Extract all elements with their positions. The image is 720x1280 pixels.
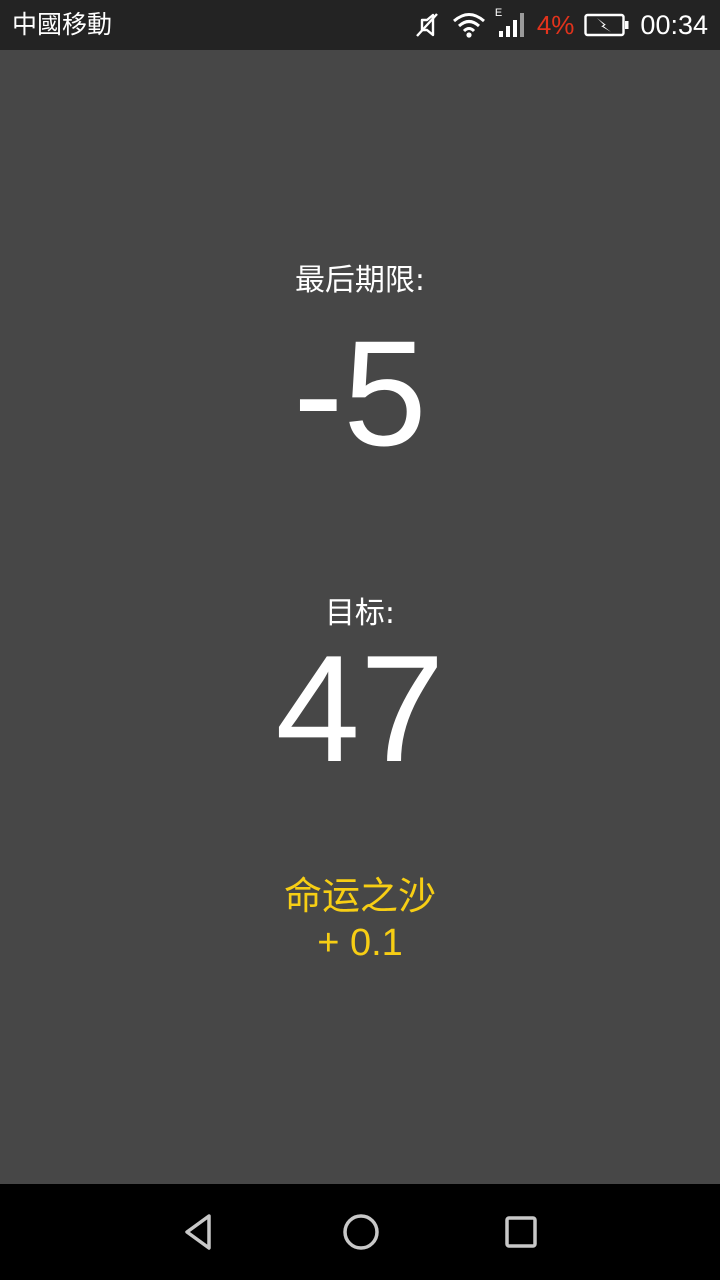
clock: 00:34 (640, 9, 708, 40)
back-icon (185, 1214, 211, 1250)
sand-of-fate-value: + 0.1 (317, 922, 403, 964)
deadline-value: -5 (293, 309, 427, 477)
wifi-icon (451, 11, 487, 39)
main-content: 最后期限: -5 目标: 47 命运之沙 + 0.1 (0, 50, 720, 1184)
network-type-label: E (494, 7, 503, 19)
recent-apps-icon (505, 1216, 537, 1248)
back-button[interactable] (177, 1208, 225, 1256)
target-value: 47 (275, 624, 445, 794)
carrier-name: 中國移動 (12, 10, 113, 39)
recent-apps-button[interactable] (497, 1208, 545, 1256)
status-icons: E 4% 00:34 (413, 0, 708, 50)
cell-signal-icon: E (495, 7, 527, 39)
sand-of-fate-label: 命运之沙 (283, 874, 436, 918)
status-bar: 中國移動 E 4% 00:34 (0, 0, 720, 50)
mute-icon (413, 11, 441, 39)
home-icon (343, 1214, 379, 1250)
navigation-bar (0, 1184, 720, 1280)
battery-charging-icon (584, 12, 630, 38)
battery-percent: 4% (536, 9, 575, 40)
deadline-label: 最后期限: (294, 263, 426, 298)
home-button[interactable] (337, 1208, 385, 1256)
